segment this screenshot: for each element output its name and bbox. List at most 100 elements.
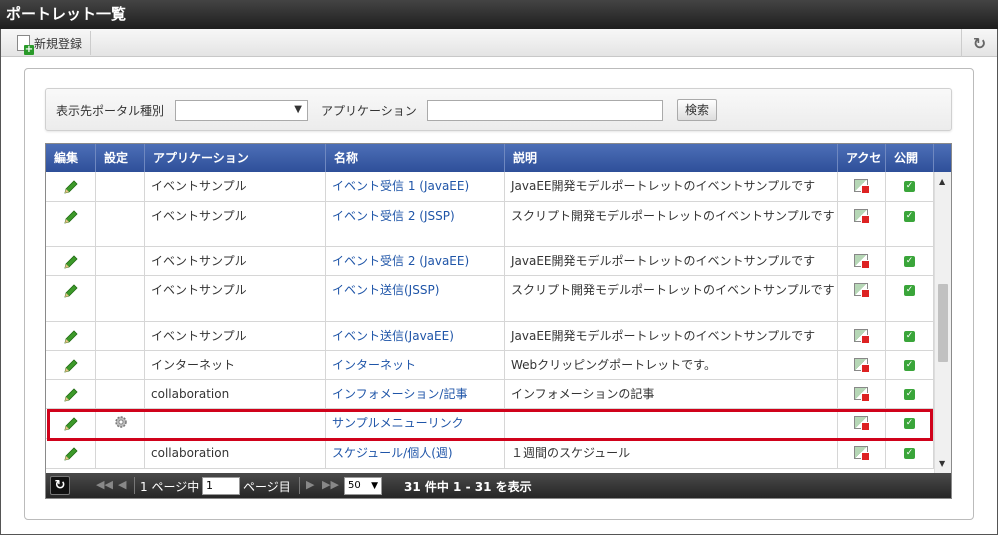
application-label: アプリケーション — [321, 104, 417, 118]
public-check-icon: ✓ — [904, 181, 915, 192]
public-check-icon: ✓ — [904, 360, 915, 371]
settings-cell — [96, 276, 145, 321]
access-settings-icon[interactable] — [854, 209, 870, 224]
access-settings-icon[interactable] — [854, 179, 870, 194]
portal-type-label: 表示先ポータル種別 — [56, 104, 165, 118]
portlet-name-link[interactable]: イベント送信(JavaEE) — [326, 322, 505, 350]
public-check-icon: ✓ — [904, 448, 915, 459]
table-row[interactable]: イベントサンプル イベント送信(JavaEE) JavaEE開発モデルポートレッ… — [46, 322, 934, 351]
edit-pencil-icon[interactable] — [63, 329, 79, 345]
pager-bar: ↻ ◀◀ ◀ 1 ページ中 1 ページ目 ▶ ▶▶ 50 ▼ 31 件中 1 - … — [46, 473, 951, 498]
page-number-input[interactable]: 1 — [202, 477, 240, 495]
edit-pencil-icon[interactable] — [63, 387, 79, 403]
portlet-name-link[interactable]: イベント受信 2 (JSSP) — [326, 202, 505, 246]
gear-icon[interactable] — [114, 415, 128, 429]
portlet-name-link[interactable]: スケジュール/個人(週) — [326, 439, 505, 468]
description-cell: Webクリッピングポートレットです。 — [505, 351, 838, 379]
header-settings[interactable]: 設定 — [96, 144, 145, 172]
edit-pencil-icon[interactable] — [63, 254, 79, 270]
application-input[interactable] — [427, 100, 663, 121]
application-cell: インターネット — [145, 351, 326, 379]
last-page-icon[interactable]: ▶▶ — [322, 478, 339, 491]
access-settings-icon[interactable] — [854, 446, 870, 461]
table-row[interactable]: イベントサンプル イベント送信(JSSP) スクリプト開発モデルポートレットのイ… — [46, 276, 934, 322]
portal-type-select[interactable]: ▼ — [175, 100, 308, 121]
edit-pencil-icon[interactable] — [63, 283, 79, 299]
public-check-icon: ✓ — [904, 211, 915, 222]
table-row[interactable]: collaboration スケジュール/個人(週) １週間のスケジュール ✓ — [46, 439, 934, 469]
header-edit[interactable]: 編集 — [46, 144, 96, 172]
table-row[interactable]: イベントサンプル イベント受信 1 (JavaEE) JavaEE開発モデルポー… — [46, 172, 934, 202]
public-check-icon: ✓ — [904, 418, 915, 429]
header-public[interactable]: 公開 — [886, 144, 934, 172]
portlet-name-link[interactable]: サンプルメニューリンク — [326, 409, 505, 438]
window-title: ポートレット一覧 — [0, 0, 998, 29]
dropdown-arrow-icon: ▼ — [294, 104, 302, 115]
header-access[interactable]: アクセ — [838, 144, 886, 172]
settings-cell — [96, 322, 145, 350]
portlet-name-link[interactable]: インターネット — [326, 351, 505, 379]
scroll-up-arrow-icon[interactable]: ▲ — [939, 177, 945, 186]
access-settings-icon[interactable] — [854, 416, 870, 431]
edit-pencil-icon[interactable] — [63, 209, 79, 225]
table-body: イベントサンプル イベント受信 1 (JavaEE) JavaEE開発モデルポー… — [46, 172, 934, 473]
edit-pencil-icon[interactable] — [63, 446, 79, 462]
scroll-thumb[interactable] — [938, 284, 948, 362]
portlet-name-link[interactable]: イベント受信 2 (JavaEE) — [326, 247, 505, 275]
new-document-icon — [17, 35, 34, 55]
new-register-button[interactable]: 新規登録 — [9, 31, 92, 55]
access-settings-icon[interactable] — [854, 283, 870, 298]
description-cell: スクリプト開発モデルポートレットのイベントサンプルです — [505, 202, 838, 246]
application-cell: イベントサンプル — [145, 322, 326, 350]
settings-cell — [96, 172, 145, 201]
header-name[interactable]: 名称 — [326, 144, 505, 172]
access-settings-icon[interactable] — [854, 387, 870, 402]
description-cell: １週間のスケジュール — [505, 439, 838, 468]
edit-pencil-icon[interactable] — [63, 358, 79, 374]
access-settings-icon[interactable] — [854, 254, 870, 269]
page-size-value: 50 — [348, 480, 361, 491]
access-settings-icon[interactable] — [854, 358, 870, 373]
table-row[interactable]: collaboration インフォメーション/記事 インフォメーションの記事 … — [46, 380, 934, 409]
table-row[interactable]: イベントサンプル イベント受信 2 (JavaEE) JavaEE開発モデルポー… — [46, 247, 934, 276]
edit-pencil-icon[interactable] — [63, 416, 79, 432]
pager-divider — [299, 477, 300, 494]
settings-cell — [96, 247, 145, 275]
vertical-scrollbar[interactable]: ▲ ▼ — [934, 172, 951, 473]
description-cell: JavaEE開発モデルポートレットのイベントサンプルです — [505, 247, 838, 275]
pager-refresh-icon[interactable]: ↻ — [50, 476, 70, 495]
portlet-name-link[interactable]: イベント受信 1 (JavaEE) — [326, 172, 505, 201]
header-description[interactable]: 説明 — [505, 144, 838, 172]
portlet-name-link[interactable]: インフォメーション/記事 — [326, 380, 505, 408]
settings-cell — [96, 380, 145, 408]
refresh-icon[interactable]: ↻ — [961, 29, 997, 57]
settings-cell — [96, 439, 145, 468]
application-cell: collaboration — [145, 380, 326, 408]
public-check-icon: ✓ — [904, 256, 915, 267]
portlet-table: 編集 設定 アプリケーション 名称 説明 アクセ 公開 イベントサンプル イベン… — [45, 143, 952, 499]
pager-divider — [134, 477, 135, 494]
page-suffix-label: ページ目 — [243, 480, 291, 494]
table-row[interactable]: サンプルメニューリンク ✓ — [46, 409, 934, 439]
public-check-icon: ✓ — [904, 285, 915, 296]
settings-cell — [96, 202, 145, 246]
first-page-icon[interactable]: ◀◀ — [96, 478, 113, 491]
page-size-select[interactable]: 50 ▼ — [344, 477, 382, 495]
next-page-icon[interactable]: ▶ — [306, 478, 314, 491]
public-check-icon: ✓ — [904, 389, 915, 400]
prev-page-icon[interactable]: ◀ — [118, 478, 126, 491]
search-bar: 表示先ポータル種別 ▼ アプリケーション 検索 — [45, 88, 952, 131]
portlet-name-link[interactable]: イベント送信(JSSP) — [326, 276, 505, 321]
page-prefix-label: 1 ページ中 — [140, 480, 200, 494]
application-cell: イベントサンプル — [145, 247, 326, 275]
scroll-down-arrow-icon[interactable]: ▼ — [939, 459, 945, 468]
record-summary: 31 件中 1 - 31 を表示 — [404, 480, 532, 494]
table-row[interactable]: インターネット インターネット Webクリッピングポートレットです。 ✓ — [46, 351, 934, 380]
access-settings-icon[interactable] — [854, 329, 870, 344]
application-cell: collaboration — [145, 439, 326, 468]
search-button[interactable]: 検索 — [677, 99, 717, 121]
header-application[interactable]: アプリケーション — [145, 144, 326, 172]
table-header: 編集 設定 アプリケーション 名称 説明 アクセ 公開 — [46, 144, 951, 172]
table-row[interactable]: イベントサンプル イベント受信 2 (JSSP) スクリプト開発モデルポートレッ… — [46, 202, 934, 247]
edit-pencil-icon[interactable] — [63, 179, 79, 195]
